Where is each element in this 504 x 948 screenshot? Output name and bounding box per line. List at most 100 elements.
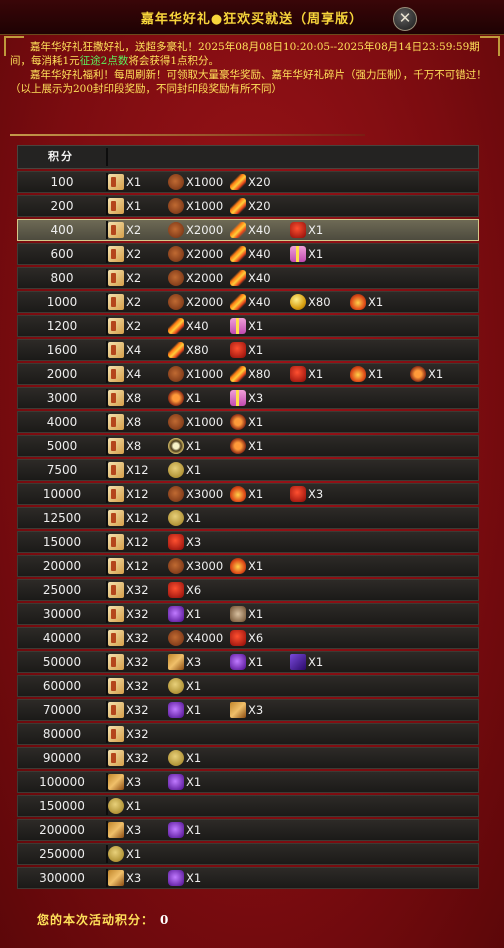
reward-item[interactable]: X1: [350, 365, 383, 383]
reward-item[interactable]: X2: [108, 269, 141, 287]
reward-item[interactable]: X80: [168, 341, 209, 359]
table-row[interactable]: 20000 X12 X3000 X1: [17, 555, 479, 577]
reward-item[interactable]: X3: [108, 869, 141, 887]
table-row[interactable]: 15000 X12 X3: [17, 531, 479, 553]
reward-item[interactable]: X1: [230, 485, 263, 503]
reward-item[interactable]: X2: [108, 293, 141, 311]
reward-item[interactable]: X1: [230, 437, 263, 455]
reward-item[interactable]: X1: [168, 605, 201, 623]
reward-item[interactable]: X1: [108, 173, 141, 191]
table-row[interactable]: 80000 X32: [17, 723, 479, 745]
reward-item[interactable]: X32: [108, 749, 149, 767]
table-row[interactable]: 200000 X3 X1: [17, 819, 479, 841]
table-row[interactable]: 90000 X32 X1: [17, 747, 479, 769]
reward-item[interactable]: X1: [108, 197, 141, 215]
reward-item[interactable]: X1: [168, 773, 201, 791]
reward-item[interactable]: X1: [410, 365, 443, 383]
table-row[interactable]: 7500 X12 X1: [17, 459, 479, 481]
reward-item[interactable]: X2000: [168, 221, 223, 239]
reward-item[interactable]: X80: [290, 293, 331, 311]
reward-item[interactable]: X1: [168, 509, 201, 527]
reward-item[interactable]: X32: [108, 653, 149, 671]
table-row[interactable]: 70000 X32 X1 X3: [17, 699, 479, 721]
reward-item[interactable]: X40: [230, 245, 271, 263]
reward-item[interactable]: X1: [230, 317, 263, 335]
reward-item[interactable]: X4000: [168, 629, 223, 647]
reward-item[interactable]: X32: [108, 677, 149, 695]
reward-item[interactable]: X2: [108, 221, 141, 239]
reward-item[interactable]: X3: [230, 389, 263, 407]
reward-item[interactable]: X1: [230, 341, 263, 359]
reward-item[interactable]: X1: [290, 221, 323, 239]
table-row[interactable]: 250000 X1: [17, 843, 479, 865]
reward-item[interactable]: X1: [230, 413, 263, 431]
reward-item[interactable]: X12: [108, 533, 149, 551]
reward-item[interactable]: X80: [230, 365, 271, 383]
reward-item[interactable]: X12: [108, 461, 149, 479]
table-row[interactable]: 12500 X12 X1: [17, 507, 479, 529]
table-row[interactable]: 10000 X12 X3000 X1 X3: [17, 483, 479, 505]
reward-item[interactable]: X1000: [168, 413, 223, 431]
reward-item[interactable]: X1000: [168, 365, 223, 383]
reward-item[interactable]: X1000: [168, 173, 223, 191]
table-row[interactable]: 2000 X4 X1000 X80 X1 X1 X1: [17, 363, 479, 385]
reward-item[interactable]: X3: [108, 773, 141, 791]
table-row[interactable]: 25000 X32 X6: [17, 579, 479, 601]
reward-item[interactable]: X8: [108, 413, 141, 431]
reward-item[interactable]: X12: [108, 509, 149, 527]
table-row[interactable]: 400 X2 X2000 X40 X1: [17, 219, 479, 241]
reward-item[interactable]: X32: [108, 605, 149, 623]
reward-item[interactable]: X3: [108, 821, 141, 839]
reward-item[interactable]: X8: [108, 389, 141, 407]
reward-item[interactable]: X32: [108, 725, 149, 743]
reward-item[interactable]: X1: [168, 701, 201, 719]
reward-item[interactable]: X3: [168, 653, 201, 671]
reward-item[interactable]: X1: [230, 557, 263, 575]
reward-item[interactable]: X4: [108, 341, 141, 359]
reward-item[interactable]: X12: [108, 557, 149, 575]
table-row[interactable]: 50000 X32 X3 X1 X1: [17, 651, 479, 673]
reward-item[interactable]: X1: [168, 821, 201, 839]
reward-item[interactable]: X6: [168, 581, 201, 599]
table-row[interactable]: 30000 X32 X1 X1: [17, 603, 479, 625]
reward-item[interactable]: X3000: [168, 557, 223, 575]
reward-item[interactable]: X2000: [168, 293, 223, 311]
reward-item[interactable]: X1: [108, 845, 141, 863]
reward-item[interactable]: X32: [108, 701, 149, 719]
table-row[interactable]: 100000 X3 X1: [17, 771, 479, 793]
reward-item[interactable]: X1: [168, 461, 201, 479]
table-row[interactable]: 1600 X4 X80 X1: [17, 339, 479, 361]
table-row[interactable]: 100 X1 X1000 X20: [17, 171, 479, 193]
reward-item[interactable]: X20: [230, 197, 271, 215]
reward-item[interactable]: X1: [168, 677, 201, 695]
reward-item[interactable]: X3000: [168, 485, 223, 503]
table-row[interactable]: 40000 X32 X4000 X6: [17, 627, 479, 649]
reward-item[interactable]: X4: [108, 365, 141, 383]
reward-item[interactable]: X2: [108, 245, 141, 263]
table-row[interactable]: 60000 X32 X1: [17, 675, 479, 697]
reward-item[interactable]: X1: [230, 605, 263, 623]
reward-item[interactable]: X1: [108, 797, 141, 815]
reward-item[interactable]: X40: [230, 269, 271, 287]
reward-item[interactable]: X6: [230, 629, 263, 647]
table-row[interactable]: 600 X2 X2000 X40 X1: [17, 243, 479, 265]
table-row[interactable]: 5000 X8 X1 X1: [17, 435, 479, 457]
reward-item[interactable]: X1: [168, 437, 201, 455]
reward-item[interactable]: X2000: [168, 245, 223, 263]
reward-item[interactable]: X1: [290, 653, 323, 671]
reward-item[interactable]: X8: [108, 437, 141, 455]
reward-item[interactable]: X2000: [168, 269, 223, 287]
reward-item[interactable]: X12: [108, 485, 149, 503]
table-row[interactable]: 200 X1 X1000 X20: [17, 195, 479, 217]
reward-item[interactable]: X1000: [168, 197, 223, 215]
reward-item[interactable]: X1: [290, 365, 323, 383]
reward-item[interactable]: X1: [168, 749, 201, 767]
reward-item[interactable]: X2: [108, 317, 141, 335]
table-row[interactable]: 300000 X3 X1: [17, 867, 479, 889]
table-row[interactable]: 3000 X8 X1 X3: [17, 387, 479, 409]
reward-item[interactable]: X3: [230, 701, 263, 719]
reward-item[interactable]: X1: [350, 293, 383, 311]
reward-item[interactable]: X1: [168, 869, 201, 887]
table-row[interactable]: 1000 X2 X2000 X40 X80 X1: [17, 291, 479, 313]
reward-item[interactable]: X1: [168, 389, 201, 407]
